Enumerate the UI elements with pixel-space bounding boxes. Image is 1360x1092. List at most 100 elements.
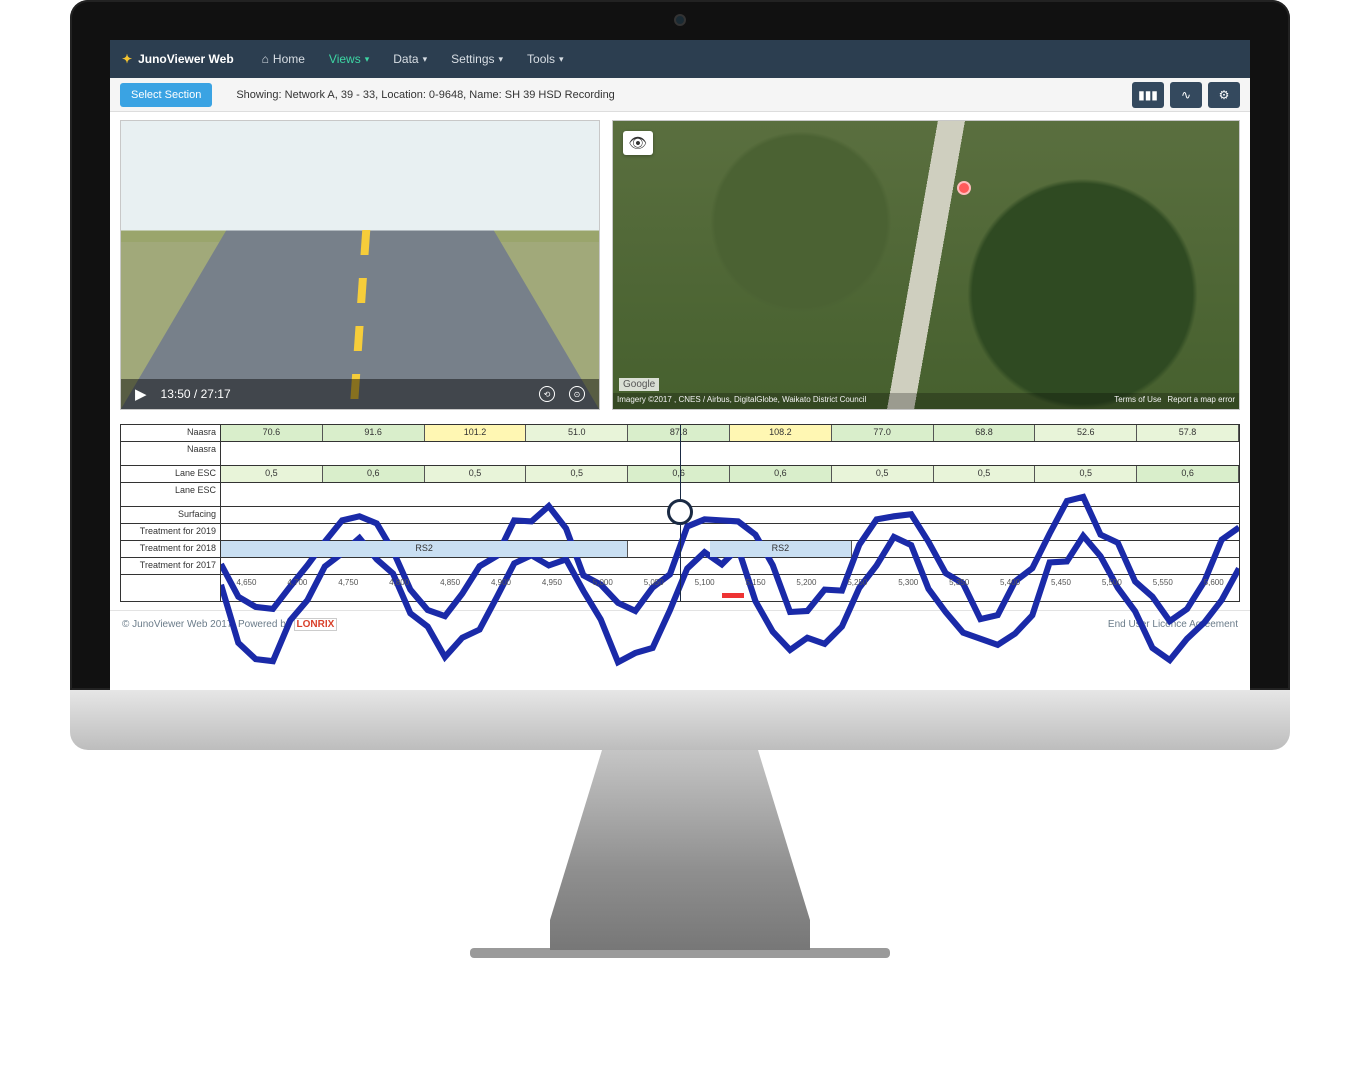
row-body [221, 483, 1239, 506]
data-cell: 108.2 [730, 425, 832, 441]
nav-home[interactable]: ⌂ Home [250, 41, 317, 77]
chevron-down-icon: ▾ [423, 54, 428, 65]
visibility-toggle[interactable]: 👁 [623, 131, 653, 155]
nav-views-label: Views [329, 52, 361, 66]
data-cell: 0,6 [1137, 466, 1239, 482]
xaxis-tick: 5,200 [781, 575, 832, 599]
nav-tools[interactable]: Tools ▾ [515, 41, 576, 77]
row-label: Lane ESC [121, 483, 221, 506]
row-label: Treatment for 2019 [121, 524, 221, 540]
gear-icon: ⚙ [1219, 88, 1230, 102]
map-panel[interactable]: 👁 Google Imagery ©2017 , CNES / Airbus, … [612, 120, 1240, 410]
xaxis-tick: 4,700 [272, 575, 323, 599]
strip-row: Lane ESC [121, 483, 1239, 507]
nav-settings[interactable]: Settings ▾ [439, 41, 515, 77]
bar-chart-icon: ▮▮▮ [1138, 88, 1158, 102]
nav-home-label: Home [273, 52, 305, 66]
data-cell: 101.2 [425, 425, 527, 441]
xaxis-tick: 5,500 [1086, 575, 1137, 599]
map-report-link[interactable]: Report a map error [1167, 395, 1235, 407]
toolbar: Select Section Showing: Network A, 39 - … [110, 78, 1250, 112]
row-label: Treatment for 2018 [121, 541, 221, 557]
home-icon: ⌂ [262, 52, 269, 66]
xaxis-tick: 5,000 [577, 575, 628, 599]
line-chart-button[interactable]: ∿ [1170, 82, 1202, 108]
data-cell: 0,6 [628, 466, 730, 482]
chevron-down-icon: ▾ [365, 54, 370, 65]
content: ▶ 13:50 / 27:17 ⟲ ⊙ [110, 112, 1250, 610]
strip-row: Treatment for 2018RS2RS2 [121, 541, 1239, 558]
row-body [221, 558, 1239, 574]
map-terms-link[interactable]: Terms of Use [1114, 395, 1161, 407]
line-chart-icon: ∿ [1181, 88, 1191, 102]
strip-row: Surfacing [121, 507, 1239, 524]
row-body: 0,50,60,50,50,60,60,50,50,50,6 [221, 466, 1239, 482]
chevron-down-icon: ▾ [559, 54, 564, 65]
xaxis-tick: 5,400 [985, 575, 1036, 599]
showing-text: Showing: Network A, 39 - 33, Location: 0… [236, 89, 614, 101]
nav-data-label: Data [393, 52, 418, 66]
row-label: Lane ESC [121, 466, 221, 482]
row-body: RS2RS2 [221, 541, 1239, 557]
nav-data[interactable]: Data ▾ [381, 41, 439, 77]
select-section-button[interactable]: Select Section [120, 83, 212, 107]
xaxis-tick: 5,450 [1036, 575, 1087, 599]
data-cell: 57.8 [1137, 425, 1239, 441]
data-cell: 51.0 [526, 425, 628, 441]
nav-settings-label: Settings [451, 52, 494, 66]
time-current: 13:50 [161, 387, 191, 401]
eye-icon: 👁 [628, 134, 647, 152]
data-cell: 0,5 [425, 466, 527, 482]
data-cell: 70.6 [221, 425, 323, 441]
play-button[interactable]: ▶ [135, 385, 147, 403]
row-body [221, 524, 1239, 540]
webcam [674, 14, 686, 26]
row-body: 70.691.6101.251.087.8108.277.068.852.657… [221, 425, 1239, 441]
xaxis-tick: 4,850 [425, 575, 476, 599]
data-cell: 91.6 [323, 425, 425, 441]
strip-row: Naasra [121, 442, 1239, 466]
data-cell: 68.8 [934, 425, 1036, 441]
data-cell: 77.0 [832, 425, 934, 441]
map-attribution: Imagery ©2017 , CNES / Airbus, DigitalGl… [617, 395, 866, 407]
google-logo: Google [619, 378, 659, 391]
step-button[interactable]: ⊙ [569, 386, 585, 402]
strip-row: Naasra70.691.6101.251.087.8108.277.068.8… [121, 425, 1239, 442]
monitor-stand [550, 750, 810, 950]
map-footer: Imagery ©2017 , CNES / Airbus, DigitalGl… [613, 393, 1239, 409]
data-cell: 0,5 [934, 466, 1036, 482]
rewind-button[interactable]: ⟲ [539, 386, 555, 402]
position-indicator [722, 593, 744, 598]
chevron-down-icon: ▾ [499, 54, 504, 65]
video-time: 13:50 / 27:17 [161, 387, 231, 401]
time-total: 27:17 [201, 387, 231, 401]
strip-row: Lane ESC0,50,60,50,50,60,60,50,50,50,6 [121, 466, 1239, 483]
row-label: Treatment for 2017 [121, 558, 221, 574]
satellite-imagery [613, 121, 1239, 409]
strip-xaxis: 4,6504,7004,7504,8004,8504,9004,9505,000… [121, 575, 1239, 601]
data-cell: 0,5 [221, 466, 323, 482]
data-cell: 52.6 [1035, 425, 1137, 441]
row-label: Surfacing [121, 507, 221, 523]
xaxis-tick: 4,750 [323, 575, 374, 599]
bar-chart-button[interactable]: ▮▮▮ [1132, 82, 1164, 108]
strip-chart[interactable]: Naasra70.691.6101.251.087.8108.277.068.8… [120, 424, 1240, 602]
brand-icon: ✦ [122, 52, 132, 66]
row-body [221, 442, 1239, 465]
xaxis-tick: 5,250 [832, 575, 883, 599]
strip-row: Treatment for 2019 [121, 524, 1239, 541]
treatment-segment: RS2 [710, 541, 853, 557]
video-controls: ▶ 13:50 / 27:17 ⟲ ⊙ [121, 379, 599, 409]
xaxis-tick: 5,050 [628, 575, 679, 599]
video-panel: ▶ 13:50 / 27:17 ⟲ ⊙ [120, 120, 600, 410]
nav-views[interactable]: Views ▾ [317, 41, 381, 77]
data-cell: 0,5 [832, 466, 934, 482]
settings-button[interactable]: ⚙ [1208, 82, 1240, 108]
xaxis-tick: 4,950 [526, 575, 577, 599]
xaxis-tick: 4,650 [221, 575, 272, 599]
nav-tools-label: Tools [527, 52, 555, 66]
xaxis-tick: 5,350 [934, 575, 985, 599]
strip-row: Treatment for 2017 [121, 558, 1239, 575]
xaxis-tick: 4,900 [476, 575, 527, 599]
row-label: Naasra [121, 425, 221, 441]
